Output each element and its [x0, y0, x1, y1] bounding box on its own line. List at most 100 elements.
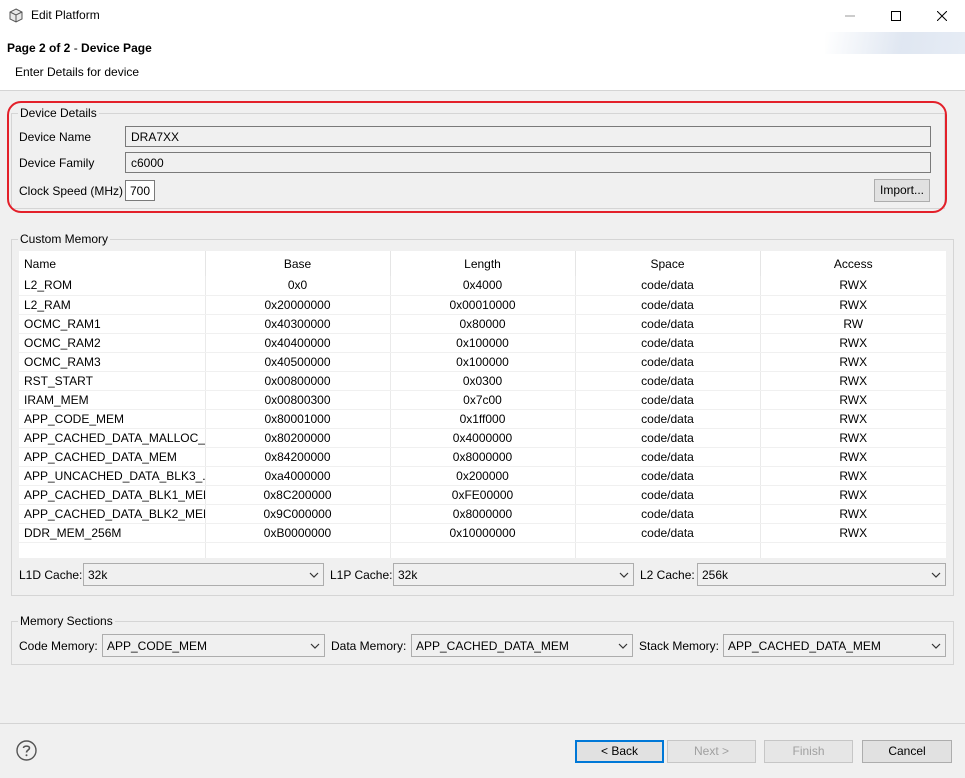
data-memory-label: Data Memory:: [331, 639, 407, 653]
cell-access: RWX: [760, 485, 946, 505]
table-row[interactable]: RST_START 0x00800000 0x0300 code/data RWX: [19, 371, 946, 391]
cell-space: code/data: [575, 333, 761, 353]
column-header-name[interactable]: Name: [19, 251, 206, 276]
header-banner-graphic: [825, 32, 965, 54]
cell-length: 0x10000000: [390, 523, 576, 543]
cell-base: 0x80001000: [205, 409, 391, 429]
cell-name: APP_CACHED_DATA_BLK2_MEM: [19, 504, 206, 524]
cancel-button[interactable]: Cancel: [862, 740, 952, 763]
cell-name: APP_UNCACHED_DATA_BLK3_...: [19, 466, 206, 486]
table-row[interactable]: DDR_MEM_256M 0xB0000000 0x10000000 code/dat…: [19, 523, 946, 543]
table-row[interactable]: APP_CACHED_DATA_BLK2_MEM 0x9C000000 0x8000…: [19, 504, 946, 524]
maximize-button[interactable]: [873, 0, 919, 32]
device-name-label: Device Name: [19, 130, 92, 144]
page-indicator: Page 2 of 2: [7, 41, 71, 55]
cell-length: 0x00010000: [390, 295, 576, 315]
cell-access: RWX: [760, 504, 946, 524]
close-button[interactable]: [919, 0, 965, 32]
table-row[interactable]: APP_CACHED_DATA_MEM 0x84200000 0x8000000 co…: [19, 447, 946, 467]
page-title: Page 2 of 2 - Device Page: [7, 41, 152, 55]
minimize-button[interactable]: [827, 0, 873, 32]
cell-base: 0x40500000: [205, 352, 391, 372]
cell-length: 0x100000: [390, 333, 576, 353]
cell-base: 0x0: [205, 276, 391, 296]
column-header-length[interactable]: Length: [390, 251, 576, 276]
cell-access: RWX: [760, 409, 946, 429]
cell-length: 0x8000000: [390, 504, 576, 524]
cell-space: code/data: [575, 314, 761, 334]
table-row[interactable]: APP_CACHED_DATA_MALLOC_... 0x80200000 0x40…: [19, 428, 946, 448]
device-family-field[interactable]: c6000: [125, 152, 931, 173]
table-row[interactable]: APP_CODE_MEM 0x80001000 0x1ff000 code/data R…: [19, 409, 946, 429]
minimize-icon: [845, 15, 855, 17]
cell-name: IRAM_MEM: [19, 390, 206, 410]
table-row[interactable]: APP_CACHED_DATA_BLK1_MEM 0x8C200000 0xFE00…: [19, 485, 946, 505]
l1p-cache-value: 32k: [398, 568, 418, 582]
cell-space: code/data: [575, 352, 761, 372]
cell-name: OCMC_RAM2: [19, 333, 206, 353]
table-row[interactable]: OCMC_RAM1 0x40300000 0x80000 code/data RW: [19, 314, 946, 334]
cell-name: OCMC_RAM3: [19, 352, 206, 372]
clock-speed-input[interactable]: 700: [125, 180, 155, 201]
stack-memory-select[interactable]: APP_CACHED_DATA_MEM: [723, 634, 946, 657]
cell-base: 0xB0000000: [205, 523, 391, 543]
column-header-base[interactable]: Base: [205, 251, 391, 276]
device-name-field[interactable]: DRA7XX: [125, 126, 931, 147]
cell-empty: [390, 542, 576, 558]
l2-cache-select[interactable]: 256k: [697, 563, 946, 586]
column-header-access[interactable]: Access: [760, 251, 946, 276]
chevron-down-icon: [309, 572, 319, 578]
cell-space: code/data: [575, 447, 761, 467]
page-name: Device Page: [81, 41, 152, 55]
cell-length: 0x100000: [390, 352, 576, 372]
cell-name: RST_START: [19, 371, 206, 391]
footer-separator: [0, 723, 965, 724]
code-memory-value: APP_CODE_MEM: [107, 639, 208, 653]
cell-base: 0x9C000000: [205, 504, 391, 524]
column-header-space[interactable]: Space: [575, 251, 761, 276]
memory-table[interactable]: Name Base Length Space Access L2_ROM 0x0 0…: [19, 251, 946, 558]
cell-name: APP_CACHED_DATA_BLK1_MEM: [19, 485, 206, 505]
table-row[interactable]: IRAM_MEM 0x00800300 0x7c00 code/data RWX: [19, 390, 946, 410]
chevron-down-icon: [310, 643, 320, 649]
import-button[interactable]: Import...: [874, 179, 930, 202]
l1d-cache-value: 32k: [88, 568, 108, 582]
cell-length: 0x4000000: [390, 428, 576, 448]
data-memory-select[interactable]: APP_CACHED_DATA_MEM: [411, 634, 633, 657]
code-memory-label: Code Memory:: [19, 639, 98, 653]
cell-access: RW: [760, 314, 946, 334]
cell-base: 0x40400000: [205, 333, 391, 353]
chevron-down-icon: [618, 643, 628, 649]
cell-base: 0x00800000: [205, 371, 391, 391]
cell-space: code/data: [575, 504, 761, 524]
table-row[interactable]: L2_RAM 0x20000000 0x00010000 code/data RWX: [19, 295, 946, 315]
cell-space: code/data: [575, 466, 761, 486]
cell-length: 0x7c00: [390, 390, 576, 410]
table-row-empty[interactable]: [19, 542, 946, 558]
cell-base: 0x20000000: [205, 295, 391, 315]
table-row[interactable]: APP_UNCACHED_DATA_BLK3_... 0xa4000000 0x20…: [19, 466, 946, 486]
cell-base: 0xa4000000: [205, 466, 391, 486]
l1p-cache-select[interactable]: 32k: [393, 563, 634, 586]
cell-empty: [575, 542, 761, 558]
cell-space: code/data: [575, 371, 761, 391]
code-memory-select[interactable]: APP_CODE_MEM: [102, 634, 325, 657]
help-question-icon[interactable]: [16, 740, 37, 761]
window-title: Edit Platform: [31, 8, 100, 22]
cell-access: RWX: [760, 523, 946, 543]
l1d-cache-select[interactable]: 32k: [83, 563, 324, 586]
back-button[interactable]: < Back: [575, 740, 664, 763]
table-row[interactable]: L2_ROM 0x0 0x4000 code/data RWX: [19, 276, 946, 296]
cell-name: L2_RAM: [19, 295, 206, 315]
clock-speed-label: Clock Speed (MHz): [19, 184, 124, 198]
cell-base: 0x40300000: [205, 314, 391, 334]
table-row[interactable]: OCMC_RAM2 0x40400000 0x100000 code/data RWX: [19, 333, 946, 353]
table-row[interactable]: OCMC_RAM3 0x40500000 0x100000 code/data RWX: [19, 352, 946, 372]
wizard-header: Page 2 of 2 - Device Page Enter Details …: [0, 32, 965, 91]
next-button[interactable]: Next >: [667, 740, 756, 763]
cell-space: code/data: [575, 523, 761, 543]
finish-button[interactable]: Finish: [764, 740, 853, 763]
cell-access: RWX: [760, 371, 946, 391]
cell-length: 0x1ff000: [390, 409, 576, 429]
cell-space: code/data: [575, 295, 761, 315]
